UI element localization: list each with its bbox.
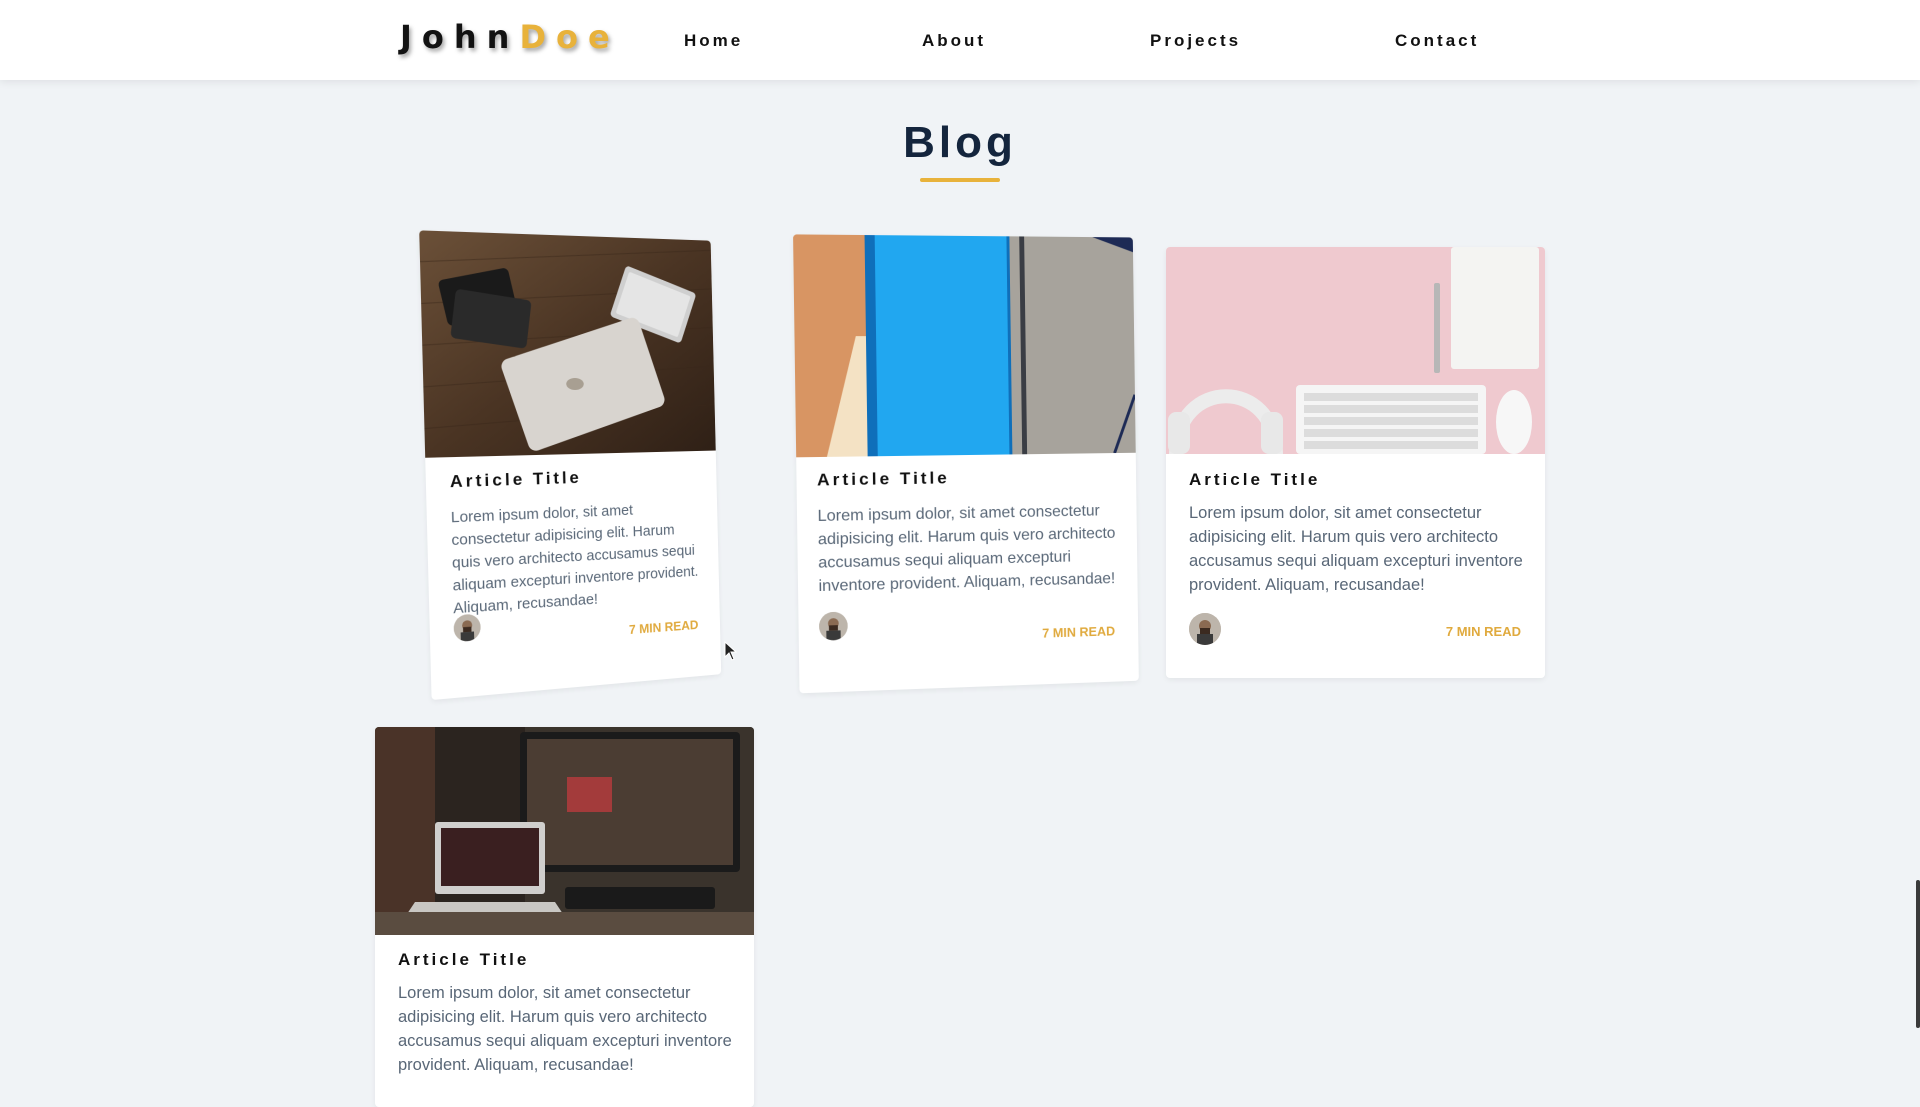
read-time-label: 7 MIN READ: [1445, 624, 1521, 639]
card-image: [1166, 247, 1545, 454]
mouse-cursor-icon: [724, 640, 738, 666]
card-image: [419, 230, 716, 458]
blog-card[interactable]: Article Title Lorem ipsum dolor, sit ame…: [375, 727, 754, 1107]
card-excerpt: Lorem ipsum dolor, sit amet consectetur …: [398, 984, 732, 1074]
card-title[interactable]: Article Title: [817, 468, 950, 490]
avatar: [1189, 613, 1221, 645]
nav-contact[interactable]: Contact: [1395, 31, 1479, 51]
avatar: [818, 611, 848, 641]
card-excerpt: Lorem ipsum dolor, sit amet consectetur …: [1189, 504, 1523, 594]
card-excerpt: Lorem ipsum dolor, sit amet consectetur …: [817, 502, 1116, 596]
blog-card[interactable]: Article Title Lorem ipsum dolor, sit ame…: [793, 234, 1139, 694]
section-title: Blog: [903, 118, 1017, 167]
card-title[interactable]: Article Title: [1189, 470, 1320, 490]
card-image-tablet: [793, 234, 1136, 458]
nav-projects[interactable]: Projects: [1150, 31, 1241, 51]
blog-card[interactable]: Article Title Lorem ipsum dolor, sit ame…: [419, 230, 722, 701]
logo-first-name: John: [400, 18, 520, 56]
card-image: [793, 234, 1136, 458]
nav-home[interactable]: Home: [684, 31, 743, 51]
site-logo[interactable]: JohnDoe: [400, 18, 620, 56]
card-title[interactable]: Article Title: [450, 468, 582, 492]
title-underline: [920, 178, 1000, 182]
card-title[interactable]: Article Title: [398, 950, 529, 970]
card-excerpt: Lorem ipsum dolor, sit amet consectetur …: [450, 501, 699, 618]
blog-card[interactable]: Article Title Lorem ipsum dolor, sit ame…: [1166, 247, 1545, 678]
card-image-laptop-phones: [419, 230, 716, 458]
scrollbar-thumb[interactable]: [1916, 880, 1920, 1028]
read-time-label: 7 MIN READ: [1042, 623, 1116, 641]
logo-last-name: Doe: [519, 18, 620, 56]
read-time-label: 7 MIN READ: [628, 617, 699, 638]
site-header: JohnDoe Home About Projects Contact: [0, 0, 1920, 80]
card-image: [375, 727, 754, 935]
nav-about[interactable]: About: [922, 31, 986, 51]
avatar: [453, 613, 481, 643]
card-image-desk-monitor: [375, 727, 754, 935]
card-image-headphones-keyboard: [1166, 247, 1545, 454]
